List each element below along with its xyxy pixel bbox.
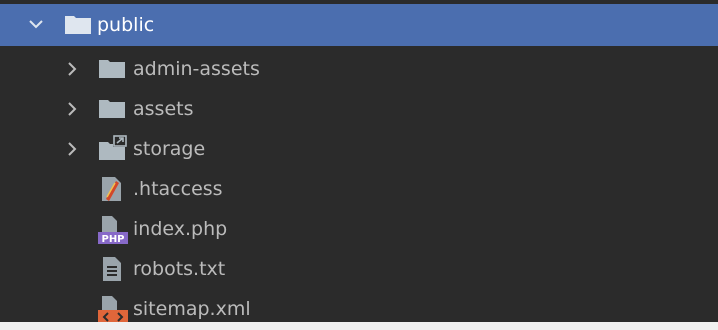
tree-node-label: admin-assets <box>133 58 260 80</box>
tree-node-label: .htaccess <box>133 178 223 200</box>
chevron-down-icon[interactable] <box>24 4 48 44</box>
xml-file-icon <box>97 295 128 324</box>
bottom-edge <box>0 322 718 330</box>
tree-node-label: index.php <box>133 218 228 240</box>
tree-node-htaccess[interactable]: .htaccess <box>0 169 718 209</box>
text-file-icon <box>101 255 127 281</box>
folder-icon <box>64 13 91 39</box>
tree-node-label: storage <box>133 138 206 160</box>
tree-node-robots-txt[interactable]: robots.txt <box>0 249 718 289</box>
tree-node-public[interactable]: public <box>0 4 718 46</box>
tree-node-label: assets <box>133 98 194 120</box>
folder-icon <box>98 57 125 83</box>
svg-text:PHP: PHP <box>101 234 124 245</box>
chevron-right-icon[interactable] <box>60 49 84 89</box>
tree-node-label: public <box>97 14 155 36</box>
php-file-icon: PHP <box>97 215 128 245</box>
folder-icon <box>98 97 125 123</box>
tree-node-admin-assets[interactable]: admin-assets <box>0 49 718 89</box>
chevron-right-icon[interactable] <box>60 89 84 129</box>
htaccess-file-icon <box>100 175 126 201</box>
tree-node-storage[interactable]: storage <box>0 129 718 169</box>
project-tree: public admin-assets assets storage .htac… <box>0 0 718 330</box>
tree-node-label: robots.txt <box>133 258 226 280</box>
tree-node-assets[interactable]: assets <box>0 89 718 129</box>
tree-node-index-php[interactable]: PHP index.php <box>0 209 718 249</box>
chevron-right-icon[interactable] <box>60 129 84 169</box>
symlink-folder-icon <box>98 135 127 161</box>
